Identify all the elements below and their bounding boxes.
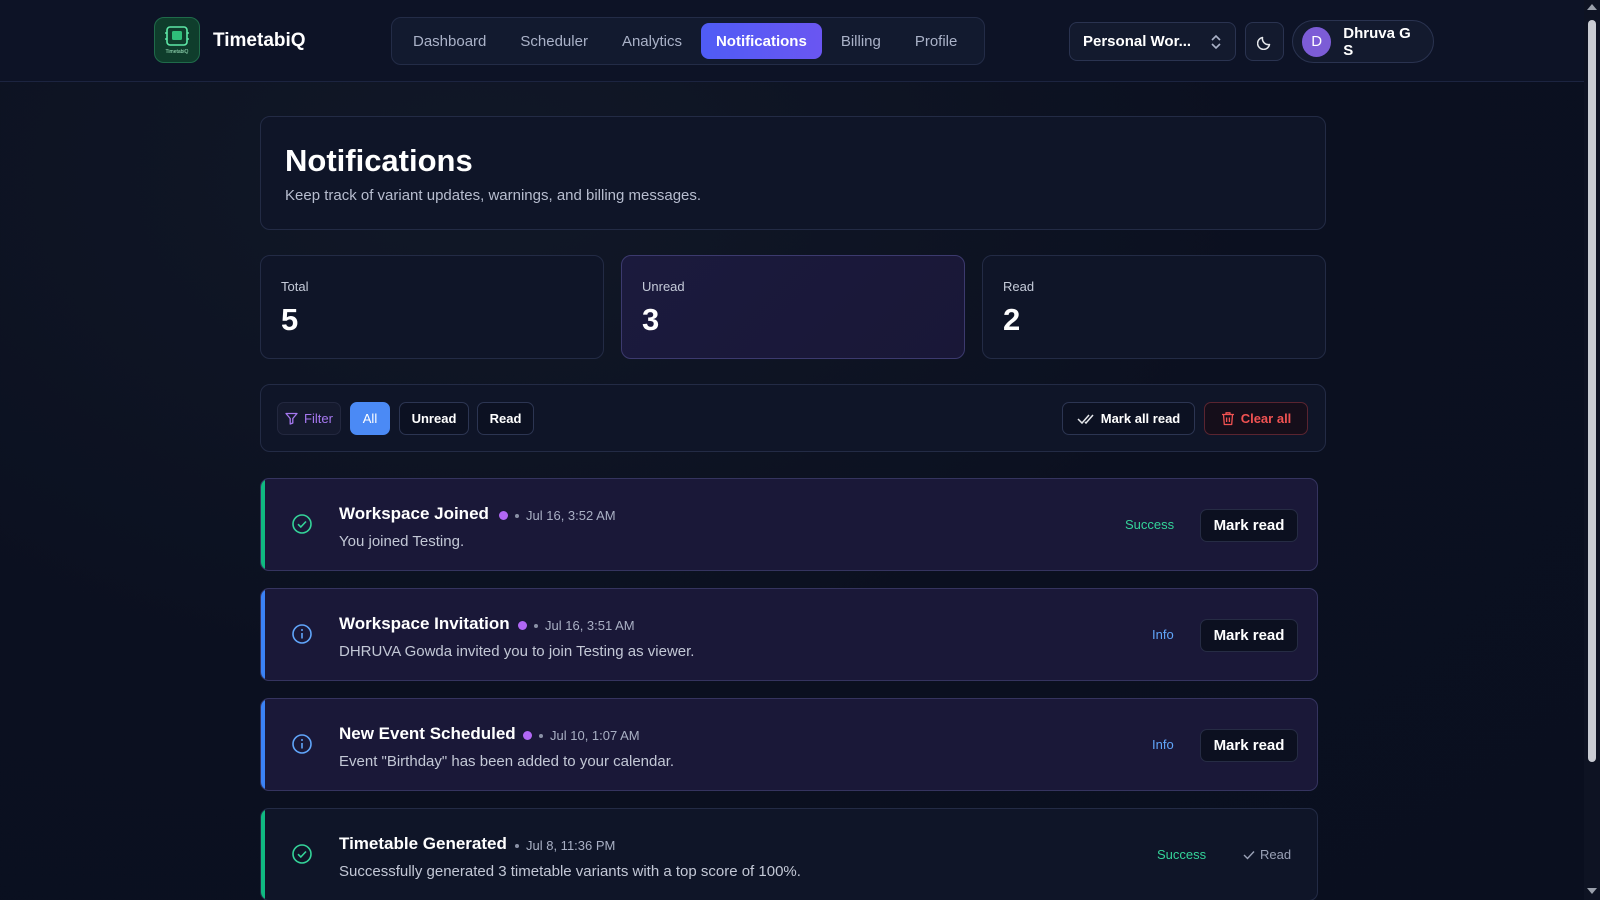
notification-title: Timetable Generated [339,834,507,853]
nav-analytics[interactable]: Analytics [607,23,697,59]
unread-dot [499,511,508,520]
page-subtitle: Keep track of variant updates, warnings,… [285,187,702,204]
main-nav: Dashboard Scheduler Analytics Notificati… [391,17,985,65]
mark-all-read-button[interactable]: Mark all read [1062,402,1195,435]
info-circle-icon [292,624,312,644]
user-menu[interactable]: D Dhruva G S [1292,20,1434,63]
notification-item[interactable]: Timetable Generated Jul 8, 11:36 PM Succ… [260,808,1318,900]
stat-card-read: Read 2 [982,255,1326,359]
filter-bar: Filter All Unread Read Mark all read Cle… [260,384,1326,452]
separator-dot [515,843,519,848]
scroll-up-arrow-icon[interactable] [1587,4,1597,10]
user-name: Dhruva G S [1343,24,1411,59]
notification-item[interactable]: Workspace Joined Jul 16, 3:52 AM You joi… [260,478,1318,571]
logo-chip-icon [165,26,189,46]
trash-icon [1221,412,1234,426]
stat-card-total: Total 5 [260,255,604,359]
theme-toggle-button[interactable] [1245,22,1284,61]
check-circle-icon [292,514,312,534]
stat-total-label: Total [281,279,309,294]
notification-type-badge: Info [1152,737,1174,752]
workspace-select-value: Personal Wor... [1083,33,1192,50]
notification-meta: Jul 16, 3:51 AM [518,618,635,633]
notification-message: DHRUVA Gowda invited you to join Testing… [339,643,695,660]
nav-dashboard[interactable]: Dashboard [398,23,501,59]
stat-card-unread: Unread 3 [621,255,965,359]
filter-read-button[interactable]: Read [477,402,534,435]
info-circle-icon [292,734,312,754]
stat-read-label: Read [1003,279,1035,294]
workspace-select[interactable]: Personal Wor... [1069,22,1236,61]
stat-read-value: 2 [1003,302,1021,337]
double-check-icon [1077,414,1094,424]
read-label: Read [1260,847,1292,862]
stat-unread-label: Unread [642,279,685,294]
mark-all-read-label: Mark all read [1100,411,1181,426]
notification-type-badge: Info [1152,627,1174,642]
clear-all-button[interactable]: Clear all [1204,402,1308,435]
notification-item[interactable]: New Event Scheduled Jul 10, 1:07 AM Even… [260,698,1318,791]
notification-meta: Jul 16, 3:52 AM [499,508,616,523]
notification-accent-bar [261,809,265,900]
separator-dot [515,513,519,518]
notification-accent-bar [261,589,265,680]
notification-time: Jul 8, 11:36 PM [526,838,616,853]
notification-message: You joined Testing. [339,533,465,550]
scroll-down-arrow-icon[interactable] [1587,888,1597,894]
notification-type-badge: Success [1157,847,1207,862]
notification-title: New Event Scheduled [339,724,516,743]
check-circle-icon [292,844,312,864]
chevron-updown-icon [1211,34,1221,49]
notification-time: Jul 10, 1:07 AM [550,728,640,743]
nav-profile[interactable]: Profile [900,23,973,59]
nav-scheduler[interactable]: Scheduler [505,23,603,59]
filter-label: Filter [304,411,333,426]
notification-time: Jul 16, 3:51 AM [545,618,635,633]
notification-meta: Jul 10, 1:07 AM [523,728,640,743]
stat-total-value: 5 [281,302,299,337]
notification-message: Successfully generated 3 timetable varia… [339,863,801,880]
notification-accent-bar [261,699,265,790]
filter-funnel-icon [285,412,298,425]
notification-type-badge: Success [1125,517,1175,532]
scrollbar-thumb[interactable] [1588,20,1596,762]
app-name: TimetabiQ [213,30,306,51]
top-navbar: TimetabiQ TimetabiQ Dashboard Scheduler … [0,0,1584,82]
separator-dot [534,623,538,628]
nav-notifications[interactable]: Notifications [700,23,822,59]
notification-accent-bar [261,479,265,570]
stat-unread-value: 3 [642,302,660,337]
notification-item[interactable]: Workspace Invitation Jul 16, 3:51 AM DHR… [260,588,1318,681]
mark-read-button[interactable]: Mark read [1200,509,1298,542]
mark-read-button[interactable]: Mark read [1200,729,1298,762]
nav-billing[interactable]: Billing [826,23,896,59]
avatar: D [1302,26,1332,57]
unread-dot [518,621,527,630]
read-indicator: Read [1243,847,1291,862]
notification-time: Jul 16, 3:52 AM [526,508,616,523]
notification-meta: Jul 8, 11:36 PM [515,838,615,853]
notification-title: Workspace Joined [339,504,489,523]
clear-all-label: Clear all [1240,411,1292,426]
separator-dot [539,733,543,738]
filter-button[interactable]: Filter [277,402,341,435]
notification-title: Workspace Invitation [339,614,510,633]
mark-read-button[interactable]: Mark read [1200,619,1298,652]
app-logo[interactable]: TimetabiQ [154,17,200,63]
moon-icon [1256,36,1270,50]
filter-all-button[interactable]: All [350,402,390,435]
unread-dot [523,731,532,740]
check-icon [1243,850,1255,860]
filter-unread-button[interactable]: Unread [399,402,469,435]
page-title: Notifications [285,143,473,178]
page-header-card: Notifications Keep track of variant upda… [260,116,1326,230]
logo-caption: TimetabiQ [165,49,189,55]
notification-message: Event "Birthday" has been added to your … [339,753,675,770]
